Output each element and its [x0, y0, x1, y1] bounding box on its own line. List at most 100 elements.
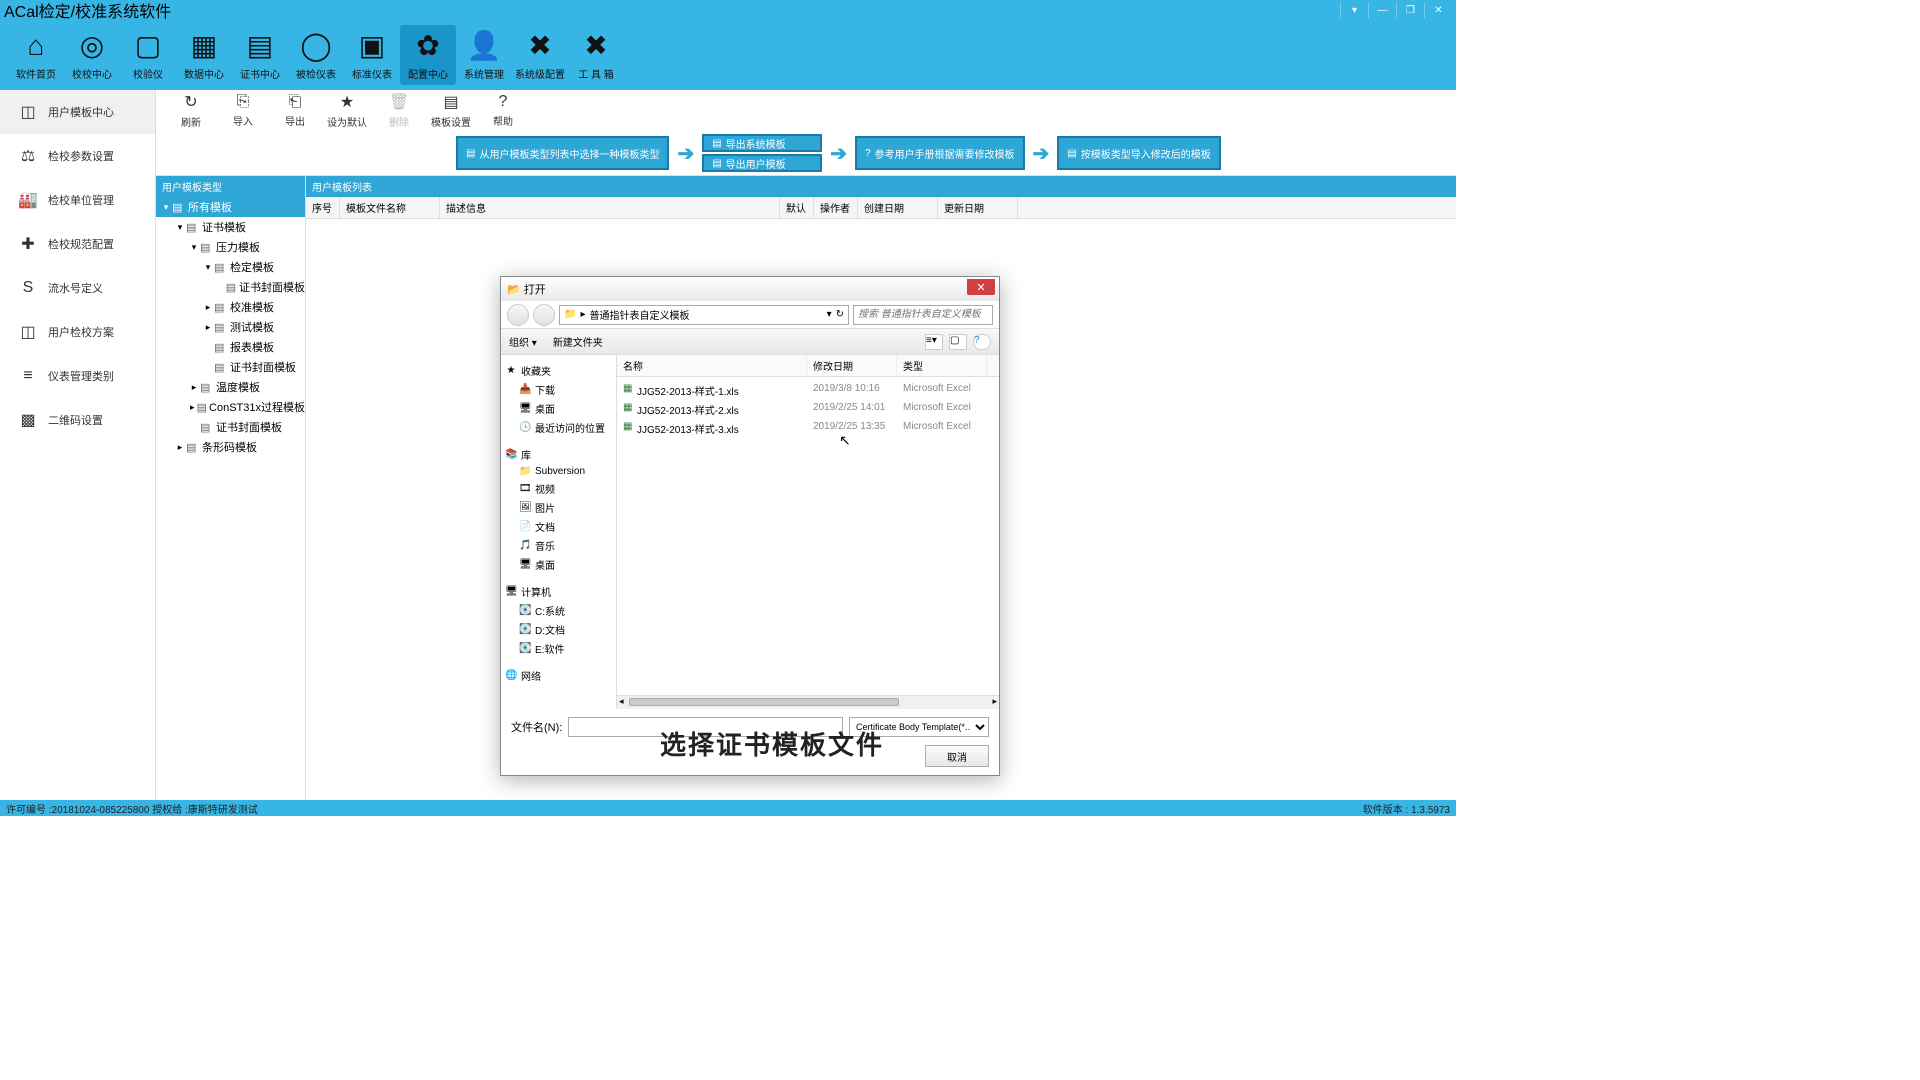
dropdown-btn[interactable]: ▾	[1340, 2, 1368, 18]
file-row-0[interactable]: ▦JJG52-2013-样式-1.xls2019/3/8 10:16Micros…	[617, 381, 999, 400]
nav-back-btn[interactable]	[507, 304, 529, 326]
tool-icon: ★	[340, 92, 354, 112]
sub-tool-3[interactable]: ★ 设为默认	[322, 92, 372, 129]
flow-step-4[interactable]: ▤按模板类型导入修改后的模板	[1057, 136, 1220, 170]
main-tool-3[interactable]: ▦数据中心	[176, 25, 232, 85]
flow-step-2a[interactable]: ▤导出系统模板	[702, 134, 822, 152]
side-item-1-1[interactable]: 🎞视频	[505, 479, 612, 498]
preview-btn[interactable]: ▢	[949, 334, 967, 350]
side-item-2-0[interactable]: 💽C:系统	[505, 601, 612, 620]
new-folder-btn[interactable]: 新建文件夹	[553, 334, 603, 349]
filetype-combo[interactable]: Certificate Body Template(*.…	[849, 717, 989, 737]
tree-item-5[interactable]: ▸▤测试模板	[156, 317, 305, 337]
organize-menu[interactable]: 组织 ▾	[509, 334, 537, 349]
list-col-1[interactable]: 模板文件名称	[340, 197, 440, 218]
main-tool-2[interactable]: ▢校验仪	[120, 25, 176, 85]
tree-item-2[interactable]: ▾▤检定模板	[156, 257, 305, 277]
path-bar[interactable]: 📁 ▸ 普通指针表自定义模板 ▾ ↻	[559, 305, 849, 325]
list-col-0[interactable]: 序号	[306, 197, 340, 218]
maximize-btn[interactable]: ❐	[1396, 2, 1424, 18]
tree-item-4[interactable]: ▸▤校准模板	[156, 297, 305, 317]
sidebar-item-0[interactable]: ◫用户模板中心	[0, 90, 155, 134]
main-tool-1[interactable]: ◎校校中心	[64, 25, 120, 85]
tree-item-11[interactable]: ▸▤条形码模板	[156, 437, 305, 457]
side-item-0-1[interactable]: 🖥桌面	[505, 399, 612, 418]
flow-step-1[interactable]: ▤从用户模板类型列表中选择一种模板类型	[456, 136, 669, 170]
tree-item-8[interactable]: ▸▤温度模板	[156, 377, 305, 397]
side-item-0-0[interactable]: 📥下载	[505, 380, 612, 399]
side-item-2-1[interactable]: 💽D:文档	[505, 620, 612, 639]
sidebar-item-6[interactable]: ≡仪表管理类别	[0, 354, 155, 398]
side-item-1-4[interactable]: 🎵音乐	[505, 536, 612, 555]
tree-body: ▾▤所有模板▾▤证书模板▾▤压力模板▾▤检定模板▤证书封面模板▸▤校准模板▸▤测…	[156, 197, 305, 800]
dialog-close-btn[interactable]: ✕	[967, 279, 995, 295]
list-col-4[interactable]: 操作者	[814, 197, 858, 218]
main-tool-0[interactable]: ⌂软件首页	[8, 25, 64, 85]
file-col-0[interactable]: 名称	[617, 355, 807, 376]
main-tool-7[interactable]: ✿配置中心	[400, 25, 456, 85]
file-col-2[interactable]: 类型	[897, 355, 987, 376]
main-tool-10[interactable]: ✖工 具 箱	[568, 25, 624, 85]
sidebar-item-1[interactable]: ⚖检校参数设置	[0, 134, 155, 178]
sub-tool-2[interactable]: ⎗导出	[270, 93, 320, 128]
sidebar-item-5[interactable]: ◫用户检校方案	[0, 310, 155, 354]
side-item-1-2[interactable]: 🖼图片	[505, 498, 612, 517]
close-btn[interactable]: ✕	[1424, 2, 1452, 18]
sidebar-item-2[interactable]: 🏭检校单位管理	[0, 178, 155, 222]
side-item-1-0[interactable]: 📁Subversion	[505, 464, 612, 479]
cancel-button[interactable]: 取消	[925, 745, 989, 767]
scroll-thumb[interactable]	[629, 698, 899, 706]
main-tool-5[interactable]: ◯被检仪表	[288, 25, 344, 85]
list-col-5[interactable]: 创建日期	[858, 197, 938, 218]
flow-step-3[interactable]: ?参考用户手册根据需要修改模板	[855, 136, 1025, 170]
main-tool-9[interactable]: ✖系统级配置	[512, 25, 568, 85]
file-row-2[interactable]: ▦JJG52-2013-样式-3.xls2019/2/25 13:35Micro…	[617, 419, 999, 438]
help-btn[interactable]: ?	[973, 334, 991, 350]
tree-root[interactable]: ▾▤所有模板	[156, 197, 305, 217]
list-col-3[interactable]: 默认	[780, 197, 814, 218]
side-item-2-2[interactable]: 💽E:软件	[505, 639, 612, 658]
list-col-6[interactable]: 更新日期	[938, 197, 1018, 218]
side-group-3[interactable]: 🌐网络	[505, 666, 612, 685]
nav-forward-btn[interactable]	[533, 304, 555, 326]
side-group-0[interactable]: ★收藏夹	[505, 361, 612, 380]
sidebar-item-3[interactable]: ✚检校规范配置	[0, 222, 155, 266]
horizontal-scrollbar[interactable]: ◂ ▸	[617, 695, 999, 709]
sub-tool-5[interactable]: ▤模板设置	[426, 92, 476, 129]
tool-label: 设为默认	[327, 114, 367, 129]
tool-icon: ▤	[247, 29, 273, 62]
sidebar-item-4[interactable]: S流水号定义	[0, 266, 155, 310]
search-input[interactable]	[853, 305, 993, 325]
file-col-1[interactable]: 修改日期	[807, 355, 897, 376]
tree-item-9[interactable]: ▸▤ConST31x过程模板	[156, 397, 305, 417]
sub-tool-6[interactable]: ?帮助	[478, 93, 528, 128]
tree-item-10[interactable]: ▤证书封面模板	[156, 417, 305, 437]
tree-item-6[interactable]: ▤报表模板	[156, 337, 305, 357]
main-tool-4[interactable]: ▤证书中心	[232, 25, 288, 85]
minimize-btn[interactable]: —	[1368, 2, 1396, 18]
tree-item-7[interactable]: ▤证书封面模板	[156, 357, 305, 377]
sub-tool-0[interactable]: ↻刷新	[166, 92, 216, 129]
sidebar-icon: 🏭	[18, 190, 38, 210]
tree-item-1[interactable]: ▾▤压力模板	[156, 237, 305, 257]
tool-icon: ✿	[416, 29, 439, 62]
file-row-1[interactable]: ▦JJG52-2013-样式-2.xls2019/2/25 14:01Micro…	[617, 400, 999, 419]
list-col-2[interactable]: 描述信息	[440, 197, 780, 218]
sidebar-icon: ◫	[18, 102, 38, 122]
tree-item-3[interactable]: ▤证书封面模板	[156, 277, 305, 297]
tool-icon: ▢	[135, 29, 161, 62]
sidebar-item-7[interactable]: ▩二维码设置	[0, 398, 155, 442]
main-tool-8[interactable]: 👤系统管理	[456, 25, 512, 85]
side-item-0-2[interactable]: 🕓最近访问的位置	[505, 418, 612, 437]
side-item-1-3[interactable]: 📄文档	[505, 517, 612, 536]
side-item-1-5[interactable]: 🖥桌面	[505, 555, 612, 574]
sub-tool-1[interactable]: ⎘导入	[218, 93, 268, 128]
main-tool-6[interactable]: ▣标准仪表	[344, 25, 400, 85]
view-mode-btn[interactable]: ≡▾	[925, 334, 943, 350]
side-group-1[interactable]: 📚库	[505, 445, 612, 464]
flow-step-2b[interactable]: ▤导出用户模板	[702, 154, 822, 172]
group-icon: 🖥	[505, 586, 517, 597]
tree-item-0[interactable]: ▾▤证书模板	[156, 217, 305, 237]
side-group-2[interactable]: 🖥计算机	[505, 582, 612, 601]
filename-input[interactable]	[568, 717, 843, 737]
